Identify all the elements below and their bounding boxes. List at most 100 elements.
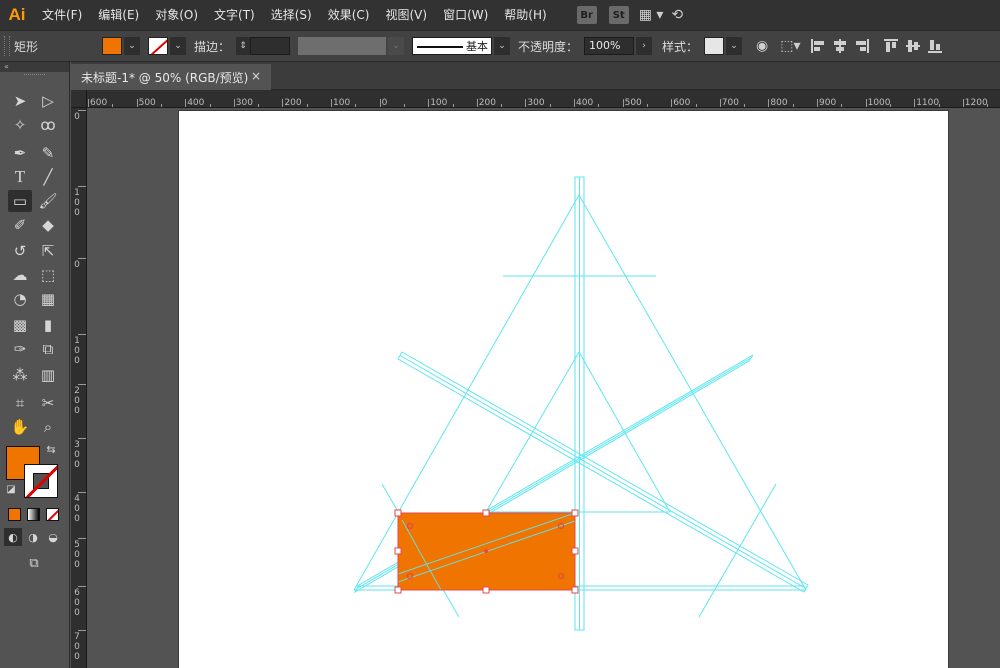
column-graph-tool-icon[interactable]: ▥ xyxy=(36,364,60,386)
style-dropdown[interactable]: ⌄ xyxy=(726,37,743,55)
lasso-tool-icon[interactable]: ꝏ xyxy=(36,114,60,136)
menu-effect[interactable]: 效果(C) xyxy=(320,0,378,30)
variable-width-dropdown[interactable]: ⌄ xyxy=(388,37,405,55)
align-center-v-icon[interactable] xyxy=(905,38,921,54)
hand-tool-icon[interactable]: ✋ xyxy=(8,416,32,438)
menu-bar: Ai 文件(F) 编辑(E) 对象(O) 文字(T) 选择(S) 效果(C) 视… xyxy=(0,0,1000,30)
stock-icon[interactable]: St xyxy=(608,6,629,24)
gradient-mode-icon[interactable] xyxy=(27,508,40,521)
selection-tool-icon[interactable]: ➤ xyxy=(8,90,32,112)
default-fill-stroke-icon[interactable]: ◪ xyxy=(4,482,18,496)
recolor-artwork-icon[interactable]: ◉ xyxy=(756,38,768,54)
menu-edit[interactable]: 编辑(E) xyxy=(90,0,147,30)
draw-inside-icon[interactable]: ◒ xyxy=(44,528,62,546)
ruler-h-major-tick xyxy=(136,99,138,107)
direct-selection-tool-icon[interactable]: ▷ xyxy=(36,90,60,112)
document-tab[interactable]: 未标题-1* @ 50% (RGB/预览) × xyxy=(71,64,271,90)
draw-normal-icon[interactable]: ◐ xyxy=(4,528,22,546)
align-top-icon[interactable] xyxy=(883,38,899,54)
align-left-icon[interactable] xyxy=(810,38,826,54)
line-tool-icon[interactable]: ╱ xyxy=(36,166,60,188)
opacity-field[interactable]: 100% xyxy=(584,37,635,55)
pen-tool-icon[interactable]: ✒ xyxy=(8,142,32,164)
align-center-h-icon[interactable] xyxy=(832,38,848,54)
shape-builder-tool-icon[interactable]: ◔ xyxy=(8,288,32,310)
ruler-h-label: 300 xyxy=(235,98,253,108)
rotate-tool-icon[interactable]: ↺ xyxy=(8,240,32,262)
shaper-tool-icon[interactable]: ✐ xyxy=(8,214,32,236)
type-tool-icon[interactable]: T xyxy=(8,166,32,188)
ruler-origin[interactable] xyxy=(71,90,87,108)
artboard[interactable] xyxy=(179,111,948,668)
ruler-h-minor-tick xyxy=(452,104,454,107)
ruler-h-minor-tick xyxy=(598,104,600,107)
eraser-tool-icon[interactable]: ◆ xyxy=(36,214,60,236)
mesh-tool-icon[interactable]: ▩ xyxy=(8,314,32,336)
menu-window[interactable]: 窗口(W) xyxy=(435,0,496,30)
paintbrush-tool-icon[interactable]: 🖌 xyxy=(36,190,60,212)
none-mode-icon[interactable] xyxy=(46,508,59,521)
control-bar-grip[interactable] xyxy=(4,36,10,56)
ruler-h-label: 100 xyxy=(430,98,448,108)
menu-select[interactable]: 选择(S) xyxy=(263,0,320,30)
workspace-icon[interactable]: ▦ ▾ xyxy=(639,7,664,23)
draw-behind-icon[interactable]: ◑ xyxy=(24,528,42,546)
ruler-h-label: 600 xyxy=(90,98,108,108)
warp-tool-icon[interactable]: ☁ xyxy=(8,264,32,286)
tools-panel-grip[interactable] xyxy=(24,74,45,80)
menu-help[interactable]: 帮助(H) xyxy=(496,0,554,30)
ruler-h-minor-tick xyxy=(501,104,503,107)
stroke-dropdown[interactable]: ⌄ xyxy=(170,37,186,55)
slice-tool-icon[interactable]: ✂ xyxy=(36,392,60,414)
menu-type[interactable]: 文字(T) xyxy=(206,0,263,30)
stroke-color-box[interactable] xyxy=(24,464,58,498)
opacity-label[interactable]: 不透明度： xyxy=(518,38,578,55)
ruler-h-minor-tick xyxy=(112,104,114,107)
scale-tool-icon[interactable]: ⇱ xyxy=(36,240,60,262)
ruler-h-label: 700 xyxy=(721,98,739,108)
artboard-tool-icon[interactable]: ⌗ xyxy=(8,392,32,414)
tools-panel-collapse-icon[interactable]: « xyxy=(0,62,69,72)
align-right-icon[interactable] xyxy=(854,38,870,54)
brush-profile-field[interactable]: 基本 xyxy=(412,37,493,55)
horizontal-ruler[interactable]: 600 500 400 300 200 100 0 100 200 300 400 500 600 700… xyxy=(71,90,1000,108)
control-bar: 矩形 ⌄ ⌄ 描边： ⇕ ⌄ 基本 ⌄ 不透明度： 100% › 样式： ⌄ ◉… xyxy=(0,30,1000,62)
stroke-weight-field[interactable] xyxy=(250,37,291,55)
stroke-swatch[interactable] xyxy=(148,37,168,55)
ruler-h-minor-tick xyxy=(744,104,746,107)
vertical-ruler[interactable]: 0 1 0 0 0 1 0 0 2 0 0 3 0 0 4 0 0 5 0 0 6 0 0 7 0… xyxy=(71,108,87,668)
symbol-sprayer-tool-icon[interactable]: ⁂ xyxy=(8,364,32,386)
menu-file[interactable]: 文件(F) xyxy=(34,0,90,30)
variable-width-field[interactable] xyxy=(298,37,387,55)
perspective-grid-tool-icon[interactable]: ▦ xyxy=(36,288,60,310)
opacity-dropdown[interactable]: › xyxy=(636,37,653,55)
ruler-v-major-tick xyxy=(78,586,86,587)
ruler-v-major-tick xyxy=(78,630,86,631)
curvature-tool-icon[interactable]: ✎ xyxy=(36,142,60,164)
fill-swatch[interactable] xyxy=(102,37,122,55)
swap-fill-stroke-icon[interactable]: ⇆ xyxy=(44,442,58,456)
align-to-icon[interactable]: ⬚▾ xyxy=(780,38,800,54)
align-bottom-icon[interactable] xyxy=(927,38,943,54)
sync-icon[interactable]: ⟲ xyxy=(671,7,683,23)
brush-profile-dropdown[interactable]: ⌄ xyxy=(494,37,511,55)
blend-tool-icon[interactable]: ⧉ xyxy=(36,338,60,360)
close-icon[interactable]: × xyxy=(251,69,261,83)
menu-view[interactable]: 视图(V) xyxy=(377,0,435,30)
screen-mode-icon[interactable]: ⧉ xyxy=(22,552,46,574)
eyedropper-tool-icon[interactable]: ✑ xyxy=(8,338,32,360)
free-transform-tool-icon[interactable]: ⬚ xyxy=(36,264,60,286)
bridge-icon[interactable]: Br xyxy=(576,6,597,24)
style-swatch[interactable] xyxy=(704,37,725,55)
ruler-h-major-tick xyxy=(622,99,624,107)
stroke-weight-spinner[interactable]: ⇕ xyxy=(236,37,251,55)
menu-object[interactable]: 对象(O) xyxy=(147,0,206,30)
rectangle-tool-icon[interactable]: ▭ xyxy=(8,190,32,212)
fill-dropdown[interactable]: ⌄ xyxy=(124,37,140,55)
ruler-v-label: 7 0 0 xyxy=(74,632,80,662)
zoom-tool-icon[interactable]: ⌕ xyxy=(36,416,60,438)
magic-wand-tool-icon[interactable]: ✧ xyxy=(8,114,32,136)
color-mode-icon[interactable] xyxy=(8,508,21,521)
gradient-tool-icon[interactable]: ▮ xyxy=(36,314,60,336)
ruler-v-major-tick xyxy=(78,538,86,539)
